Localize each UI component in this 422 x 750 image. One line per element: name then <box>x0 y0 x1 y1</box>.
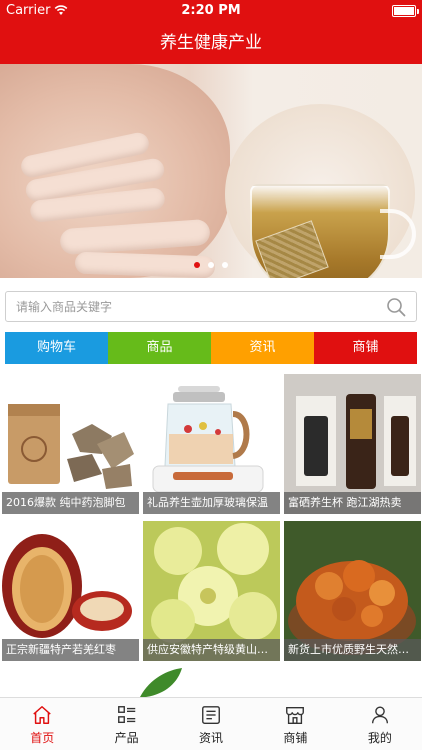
tab-label: 商铺 <box>283 731 308 745</box>
leaf-image <box>140 668 182 697</box>
tab-bar: 首页 产品 资讯 商铺 我的 <box>0 697 422 750</box>
product-title: 正宗新疆特产若羌红枣 <box>2 639 139 661</box>
product-card[interactable]: 供应安徽特产特级黄山贡菊 <box>143 521 280 661</box>
nav-bar: 养生健康产业 <box>0 22 422 64</box>
category-shops-button[interactable]: 商铺 <box>314 332 417 364</box>
product-card[interactable]: 正宗新疆特产若羌红枣 <box>2 521 139 661</box>
search-box[interactable] <box>5 291 417 322</box>
user-icon <box>371 706 388 724</box>
category-bar: 购物车 商品 资讯 商铺 <box>5 332 417 364</box>
tab-profile[interactable]: 我的 <box>338 698 422 750</box>
tab-home[interactable]: 首页 <box>0 698 84 750</box>
carousel-indicator <box>0 262 422 268</box>
product-title: 礼品养生壶加厚玻璃保温 <box>143 492 280 514</box>
clock: 2:20 PM <box>181 3 241 18</box>
tab-products[interactable]: 产品 <box>84 698 168 750</box>
carousel-dot-active[interactable] <box>194 262 200 268</box>
product-title: 富硒养生杯 跑江湖热卖 <box>284 492 421 514</box>
category-cart-button[interactable]: 购物车 <box>5 332 108 364</box>
shop-icon <box>286 706 305 724</box>
category-products-button[interactable]: 商品 <box>108 332 211 364</box>
page-title: 养生健康产业 <box>160 33 262 53</box>
carousel-dot[interactable] <box>222 262 228 268</box>
product-card-partial <box>140 668 185 697</box>
product-title: 供应安徽特产特级黄山贡菊 <box>143 639 280 661</box>
tab-shops[interactable]: 商铺 <box>253 698 337 750</box>
product-card[interactable]: 2016爆款 纯中药泡脚包 <box>2 374 139 514</box>
product-card[interactable]: 礼品养生壶加厚玻璃保温 <box>143 374 280 514</box>
list-icon <box>117 706 135 724</box>
news-icon <box>202 706 220 724</box>
battery-icon <box>392 5 419 17</box>
carousel-dot[interactable] <box>208 262 214 268</box>
search-icon[interactable] <box>386 297 406 317</box>
product-card[interactable]: 富硒养生杯 跑江湖热卖 <box>284 374 421 514</box>
product-card[interactable]: 新货上市优质野生天然桃胶 <box>284 521 421 661</box>
category-news-button[interactable]: 资讯 <box>211 332 314 364</box>
product-title: 新货上市优质野生天然桃胶 <box>284 639 421 661</box>
tab-label: 我的 <box>367 731 392 745</box>
banner-carousel[interactable] <box>0 64 422 278</box>
tab-label: 资讯 <box>199 731 224 745</box>
tab-label: 首页 <box>30 731 55 745</box>
home-icon <box>33 706 51 724</box>
tab-label: 产品 <box>114 731 139 745</box>
product-title: 2016爆款 纯中药泡脚包 <box>2 492 139 514</box>
tab-news[interactable]: 资讯 <box>169 698 253 750</box>
status-bar: Carrier 2:20 PM <box>0 0 422 22</box>
search-input[interactable] <box>16 292 376 321</box>
